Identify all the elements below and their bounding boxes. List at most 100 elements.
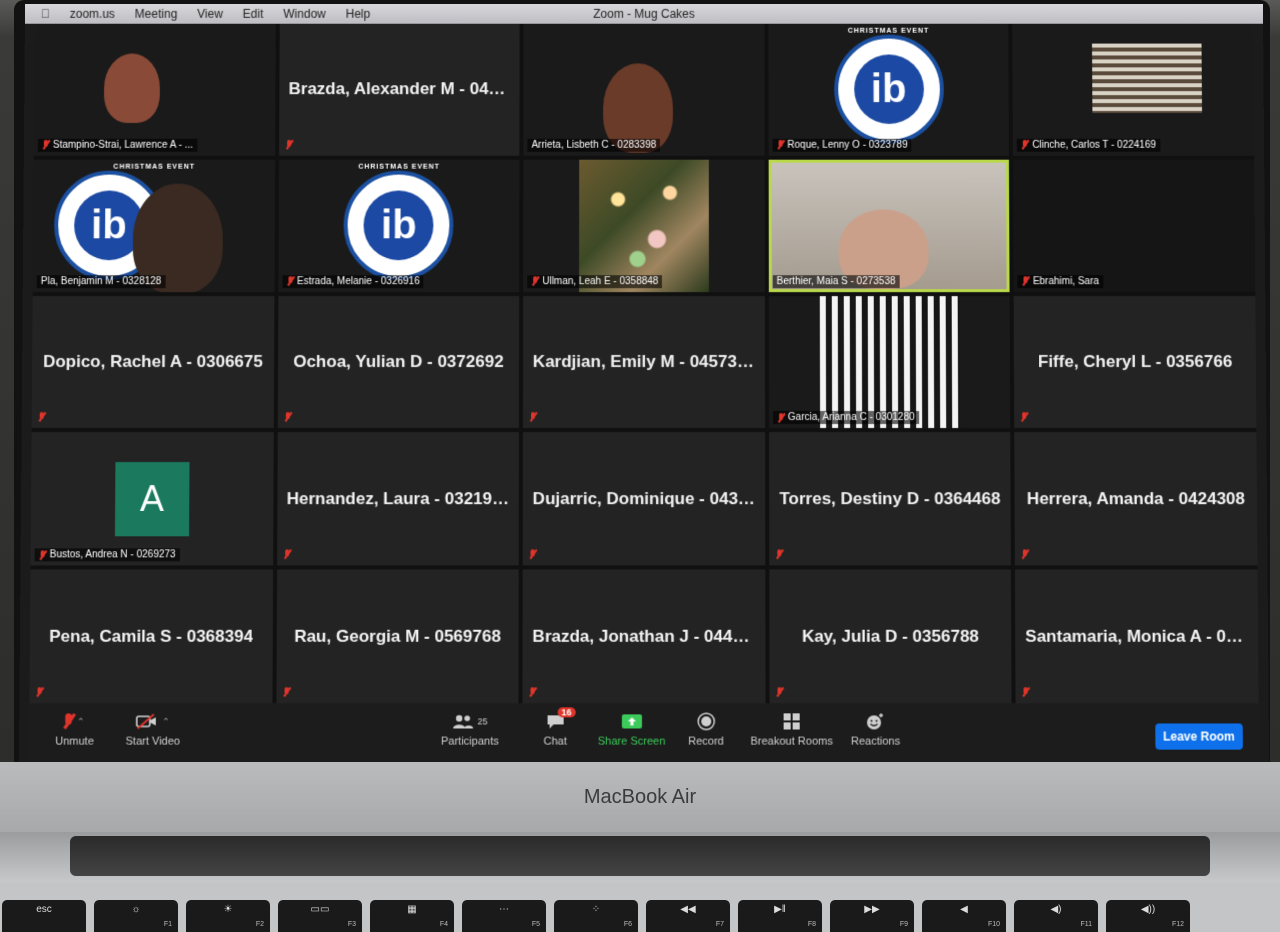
muted-mic-icon [282,687,290,697]
participant-tile[interactable]: Dopico, Rachel A - 0306675 [31,295,275,429]
key-f11[interactable]: ◀) F11 [1014,900,1098,932]
key-f1[interactable]: ☼ F1 [94,900,178,932]
participants-count: 25 [477,716,488,727]
participant-name: Brazda, Alexander M - 044... [288,79,511,99]
participant-label: Garcia, Arianna C - 0301280 [772,411,919,425]
participant-name: Herrera, Amanda - 0424308 [1026,488,1246,508]
video-off-icon [136,713,158,729]
key-f7[interactable]: ◀◀ F7 [646,900,730,932]
menu-help[interactable]: Help [346,7,371,21]
mac-menubar:  zoom.us Meeting View Edit Window Help … [24,3,1264,24]
participant-tile[interactable]: Herrera, Amanda - 0424308 [1014,432,1258,566]
participant-tile[interactable]: CHRISTMAS EVENT ib Roque, Lenny O - 0323… [768,23,1010,156]
participant-tile-active-speaker[interactable]: Berthier, Maia S - 0273538 [768,159,1010,292]
menu-meeting[interactable]: Meeting [135,7,178,21]
record-label: Record [688,735,724,748]
participant-tile[interactable]: CHRISTMAS EVENT ib Estrada, Melanie - 03… [278,159,520,292]
participant-label: Berthier, Maia S - 0273538 [772,274,900,288]
key-f9[interactable]: ▶▶ F9 [830,900,914,932]
participant-tile[interactable]: Kardjian, Emily M - 0457338 [523,295,765,429]
participant-label: Pla, Benjamin M - 0328128 [36,274,166,288]
participant-tile[interactable]: Fiffe, Cheryl L - 0356766 [1013,295,1257,429]
key-f4[interactable]: ▦ F4 [370,900,454,932]
participant-label: Clinche, Carlos T - 0224169 [1017,138,1160,152]
key-f10[interactable]: ◀ F10 [922,900,1006,932]
muted-mic-icon [777,413,785,423]
muted-mic-icon [529,550,537,560]
participant-tile[interactable]: A Bustos, Andrea N - 0269273 [30,432,274,566]
participant-tile[interactable]: Brazda, Alexander M - 044... [278,23,520,156]
participant-name: Kay, Julia D - 0356788 [801,626,979,646]
key-f12[interactable]: ◀)) F12 [1106,900,1190,932]
participant-label: Ebrahimi, Sara [1017,274,1103,288]
start-video-button[interactable]: ⌃ Start Video [125,711,181,748]
key-f3[interactable]: ▭▭ F3 [278,900,362,932]
hinge-bar [70,836,1210,876]
reactions-icon [867,712,885,730]
participant-tile[interactable]: Kay, Julia D - 0356788 [769,569,1012,704]
participant-label: Ullman, Leah E - 0358848 [527,274,663,288]
key-f5[interactable]: ⋯ F5 [462,900,546,932]
participant-name: Rau, Georgia M - 0569768 [294,626,501,646]
participant-label: Arrieta, Lisbeth C - 0283398 [527,138,661,152]
participant-name: Dujarric, Dominique - 0430... [532,488,756,508]
participant-tile[interactable]: Arrieta, Lisbeth C - 0283398 [523,23,765,156]
participant-tile[interactable]: Ebrahimi, Sara [1013,159,1256,292]
participant-tile[interactable]: Ochoa, Yulian D - 0372692 [277,295,520,429]
menu-edit[interactable]: Edit [243,7,264,21]
participant-tile[interactable]: Garcia, Arianna C - 0301280 [768,295,1011,429]
zoom-window:  zoom.us Meeting View Edit Window Help … [18,3,1270,764]
start-video-label: Start Video [125,735,181,748]
key-esc[interactable]: esc [2,900,86,932]
muted-mic-icon [38,412,46,422]
participants-button[interactable]: 25 Participants [441,711,499,748]
participant-tile[interactable]: Rau, Georgia M - 0569768 [276,569,519,704]
participant-tile[interactable]: Clinche, Carlos T - 0224169 [1012,23,1255,156]
muted-mic-icon [1021,550,1029,560]
chat-unread-badge: 16 [557,707,576,718]
meeting-toolbar: ⌃ Unmute ⌃ Start Video 25 Participants 1… [28,703,1260,760]
muted-mic-icon [529,412,537,422]
chevron-up-icon[interactable]: ⌃ [77,716,85,727]
participant-name: Hernandez, Laura - 0321950 [286,488,510,508]
participant-tile[interactable]: Brazda, Jonathan J - 0440... [522,569,766,704]
participant-name: Fiffe, Cheryl L - 0356766 [1037,352,1233,371]
muted-mic-icon [39,550,47,560]
participant-name: Brazda, Jonathan J - 0440... [532,626,756,646]
participant-tile[interactable]: Dujarric, Dominique - 0430... [522,432,766,566]
muted-mic-icon [531,276,539,286]
key-f8[interactable]: ▶‖ F8 [738,900,822,932]
participant-video [819,295,960,429]
participant-name: Ochoa, Yulian D - 0372692 [293,352,504,371]
apple-icon[interactable]:  [41,7,50,21]
participant-tile[interactable]: Santamaria, Monica A - 04... [1015,569,1259,704]
participants-label: Participants [441,735,499,748]
menu-view[interactable]: View [197,7,223,21]
chevron-up-icon[interactable]: ⌃ [162,716,170,727]
unmute-button[interactable]: ⌃ Unmute [55,711,94,748]
participant-tile[interactable]: Stampino-Strai, Lawrence A - ... [33,23,276,156]
participant-tile[interactable]: Torres, Destiny D - 0364468 [768,432,1012,566]
participant-tile[interactable]: Pena, Camila S - 0368394 [29,569,273,704]
participant-tile[interactable]: Ullman, Leah E - 0358848 [523,159,765,292]
event-banner: CHRISTMAS EVENT [113,163,196,171]
leave-room-button[interactable]: Leave Room [1154,723,1243,750]
muted-mic-icon [529,687,537,697]
muted-mic-icon [62,713,75,729]
share-screen-label: Share Screen [597,735,666,748]
record-button[interactable]: Record [688,711,724,748]
ib-logo: ib [833,35,944,145]
key-f6[interactable]: ⁘ F6 [554,900,638,932]
participant-name: Kardjian, Emily M - 0457338 [532,352,756,371]
reactions-button[interactable]: Reactions [851,711,900,748]
menu-app[interactable]: zoom.us [70,7,115,21]
breakout-rooms-label: Breakout Rooms [750,735,833,748]
chat-label: Chat [543,735,567,748]
chat-button[interactable]: 16 Chat [543,707,576,748]
menu-window[interactable]: Window [283,7,326,21]
share-screen-button[interactable]: Share Screen [597,711,666,748]
key-f2[interactable]: ☀ F2 [186,900,270,932]
participant-tile[interactable]: CHRISTMAS EVENT ib Pla, Benjamin M - 032… [32,159,275,292]
breakout-rooms-button[interactable]: Breakout Rooms [750,711,833,748]
participant-tile[interactable]: Hernandez, Laura - 0321950 [276,432,520,566]
